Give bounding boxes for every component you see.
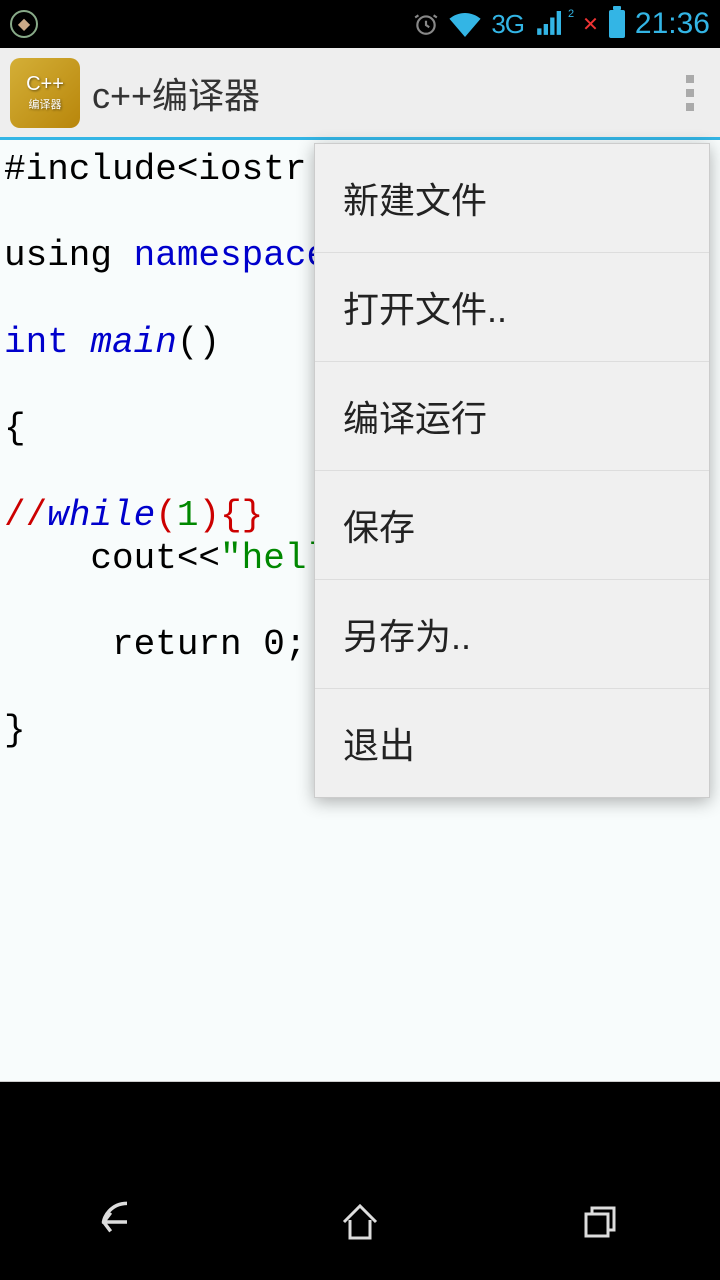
app-icon-main: C++: [26, 73, 64, 96]
menu-save-as[interactable]: 另存为..: [315, 580, 709, 689]
menu-new-file[interactable]: 新建文件: [315, 144, 709, 253]
status-bar: ◆ 3G 2 ✕ 21:36: [0, 0, 720, 48]
home-button[interactable]: [325, 1187, 395, 1257]
menu-exit[interactable]: 退出: [315, 689, 709, 797]
app-status-icon: ◆: [10, 10, 38, 38]
sim-slot-label: 2: [568, 8, 574, 20]
no-sim-icon: ✕: [582, 12, 599, 37]
overflow-menu: 新建文件 打开文件.. 编译运行 保存 另存为.. 退出: [314, 143, 710, 798]
navigation-bar: [0, 1167, 720, 1277]
alarm-icon: [413, 11, 439, 37]
menu-save[interactable]: 保存: [315, 471, 709, 580]
menu-open-file[interactable]: 打开文件..: [315, 253, 709, 362]
app-icon[interactable]: C++ 编译器: [10, 58, 80, 128]
recent-apps-button[interactable]: [565, 1187, 635, 1257]
clock: 21:36: [635, 7, 710, 41]
app-icon-sub: 编译器: [29, 96, 62, 112]
back-button[interactable]: [85, 1187, 155, 1257]
signal-icon: [534, 11, 562, 37]
app-title: c++编译器: [92, 67, 260, 119]
menu-compile-run[interactable]: 编译运行: [315, 362, 709, 471]
battery-icon: [609, 10, 625, 38]
network-type-label: 3G: [491, 9, 524, 40]
overflow-menu-button[interactable]: [670, 68, 710, 118]
app-bar: C++ 编译器 c++编译器: [0, 48, 720, 140]
wifi-icon: [449, 11, 481, 37]
